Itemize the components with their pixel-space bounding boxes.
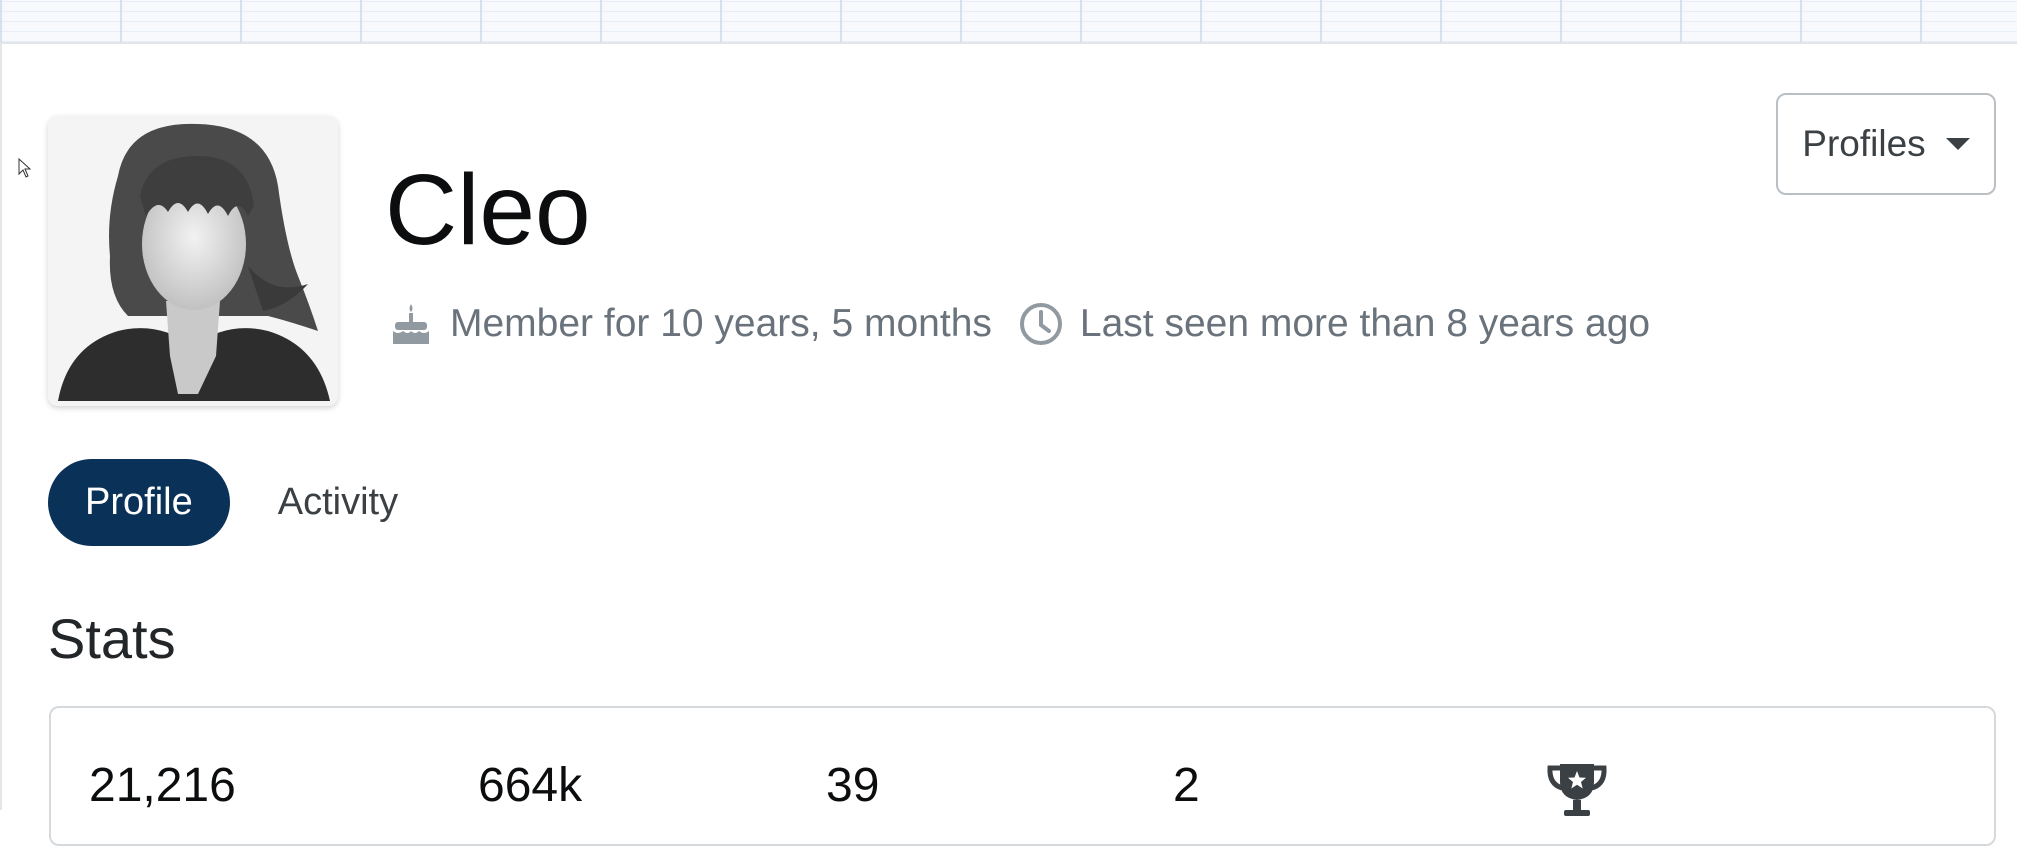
member-for-text: Member for 10 years, 5 months <box>450 302 992 345</box>
user-name: Cleo <box>385 154 591 266</box>
last-seen-text: Last seen more than 8 years ago <box>1079 302 1651 345</box>
top-banner-background <box>0 0 2017 44</box>
tab-profile[interactable]: Profile <box>48 459 230 546</box>
trophy-icon <box>1547 764 1607 816</box>
tab-activity[interactable]: Activity <box>241 459 435 546</box>
mouse-cursor-icon <box>18 158 32 178</box>
caret-down-icon <box>1945 138 1970 150</box>
stat-questions: 2 <box>1173 759 1200 812</box>
user-meta: Member for 10 years, 5 months Last seen … <box>388 298 1650 350</box>
last-seen: Last seen more than 8 years ago <box>1018 301 1650 347</box>
member-since: Member for 10 years, 5 months <box>388 301 992 347</box>
stats-card: 21,216 664k 39 2 <box>49 706 1996 846</box>
profiles-dropdown-button[interactable]: Profiles <box>1776 93 1996 195</box>
stat-reputation: 21,216 <box>89 759 236 812</box>
stat-reached: 664k <box>478 759 583 812</box>
stats-title: Stats <box>48 607 176 670</box>
avatar[interactable] <box>48 116 338 406</box>
profile-tabs: Profile Activity <box>48 459 435 546</box>
avatar-image <box>48 116 338 406</box>
stat-answers: 39 <box>826 759 880 812</box>
clock-icon <box>1019 303 1062 345</box>
cake-icon <box>393 304 429 344</box>
profiles-button-label: Profiles <box>1802 123 1926 164</box>
